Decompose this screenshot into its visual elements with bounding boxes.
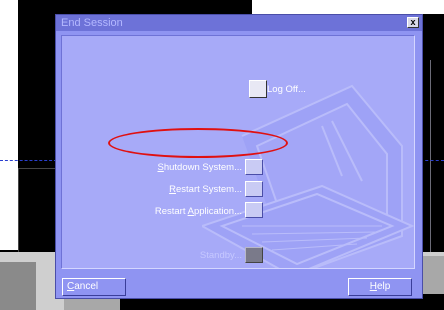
restart-system-label: Restart System... xyxy=(169,184,242,195)
cancel-button[interactable]: Cancel xyxy=(62,278,126,296)
end-session-dialog: End Session x Log Off... Shutdown System… xyxy=(55,14,423,299)
background-window-white xyxy=(0,0,18,250)
title-bar[interactable]: End Session x xyxy=(56,15,422,31)
shutdown-system-label: Shutdown System... xyxy=(157,162,243,173)
restart-application-button[interactable] xyxy=(245,202,263,218)
standby-button[interactable] xyxy=(245,247,263,263)
restart-application-label: Restart Application... xyxy=(154,206,242,217)
background-gridline xyxy=(0,160,57,162)
log-off-button[interactable] xyxy=(249,80,267,98)
background-window-right xyxy=(420,14,444,254)
shutdown-system-button[interactable] xyxy=(245,159,263,175)
help-button[interactable]: Help xyxy=(348,278,412,296)
highlight-annotation xyxy=(108,128,288,158)
standby-label: Standby... xyxy=(199,250,242,261)
dialog-title: End Session xyxy=(61,17,123,29)
log-off-label: Log Off... xyxy=(267,84,306,95)
close-button[interactable]: x xyxy=(407,17,419,28)
background-gridline xyxy=(18,168,19,252)
close-icon: x xyxy=(410,17,416,27)
background-gridline xyxy=(18,168,57,169)
background-window-top xyxy=(252,0,444,14)
restart-system-button[interactable] xyxy=(245,181,263,197)
background-taskbar-block xyxy=(0,262,36,310)
background-gridline xyxy=(420,160,444,162)
